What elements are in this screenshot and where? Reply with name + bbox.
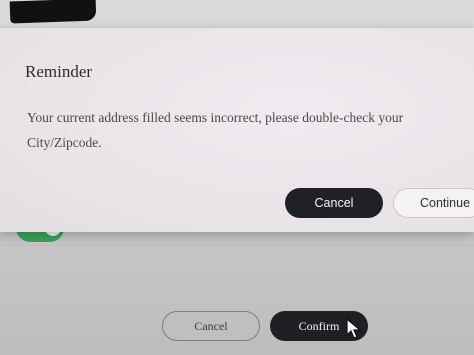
background-header — [0, 0, 474, 30]
footer-cancel-button[interactable]: Cancel — [162, 311, 260, 341]
dialog-cancel-button[interactable]: Cancel — [285, 188, 383, 218]
background-divider — [0, 245, 474, 246]
mouse-pointer-icon — [346, 318, 362, 339]
dialog-message: Your current address filled seems incorr… — [27, 110, 404, 150]
reminder-dialog: Reminder Your current address filled see… — [0, 28, 474, 232]
dialog-title: Reminder — [25, 62, 93, 81]
redaction-mark — [9, 0, 97, 24]
dialog-continue-button[interactable]: Continue — [393, 188, 474, 218]
